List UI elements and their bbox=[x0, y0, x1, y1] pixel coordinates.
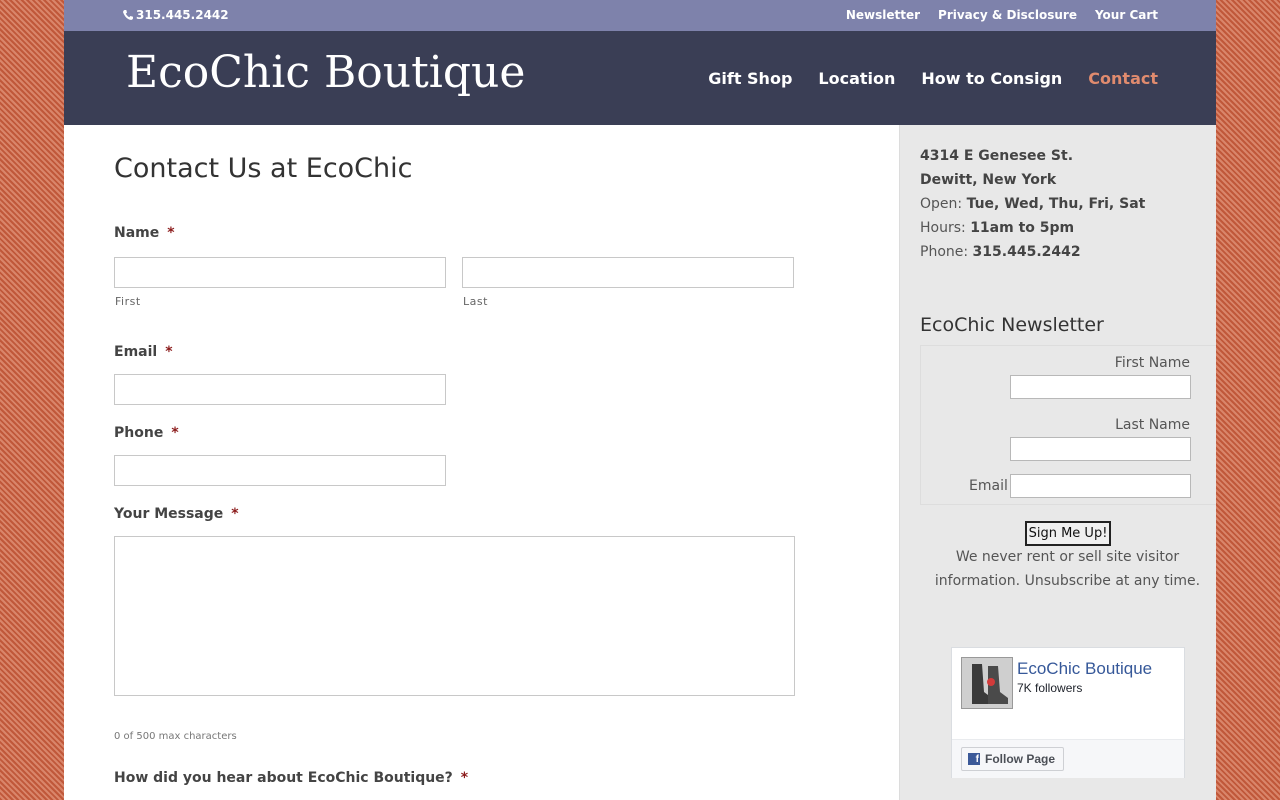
email-label: Email * bbox=[114, 344, 173, 360]
nl-first-name-input[interactable] bbox=[1010, 375, 1191, 399]
sidebar: 4314 E Genesee St. Dewitt, New York Open… bbox=[899, 125, 1216, 800]
boots-image bbox=[962, 658, 1012, 708]
newsletter-link[interactable]: Newsletter bbox=[846, 8, 920, 22]
follow-page-button[interactable]: f Follow Page bbox=[961, 747, 1065, 771]
top-phone[interactable]: 315.445.2442 bbox=[122, 8, 229, 22]
nav-how-to-consign[interactable]: How to Consign bbox=[921, 69, 1062, 88]
top-links: Newsletter Privacy & Disclosure Your Car… bbox=[846, 8, 1158, 22]
hear-about-label: How did you hear about EcoChic Boutique?… bbox=[114, 770, 468, 786]
cart-link[interactable]: Your Cart bbox=[1095, 8, 1158, 22]
follow-page-label: Follow Page bbox=[985, 752, 1056, 766]
open-days: Tue, Wed, Thu, Fri, Sat bbox=[966, 196, 1146, 212]
phone-icon bbox=[123, 10, 133, 20]
facebook-page-name[interactable]: EcoChic Boutique bbox=[1017, 659, 1167, 679]
site-logo[interactable]: EcoChic Boutique bbox=[126, 47, 525, 98]
address-line-1: 4314 E Genesee St. bbox=[920, 148, 1074, 164]
page-container: 315.445.2442 Newsletter Privacy & Disclo… bbox=[64, 0, 1216, 800]
newsletter-form: First Name Last Name Email bbox=[920, 345, 1216, 505]
name-label: Name * bbox=[114, 225, 175, 241]
facebook-page-thumbnail[interactable] bbox=[961, 657, 1013, 709]
contact-form: Contact Us at EcoChic Name * First Last E… bbox=[64, 125, 899, 800]
nav-location[interactable]: Location bbox=[818, 69, 895, 88]
nl-email-label: Email bbox=[969, 478, 1008, 494]
nav-contact[interactable]: Contact bbox=[1088, 69, 1158, 88]
email-label-text: Email bbox=[114, 344, 158, 360]
sign-up-button[interactable]: Sign Me Up! bbox=[1025, 521, 1111, 546]
required-mark: * bbox=[171, 425, 179, 441]
nav-gift-shop[interactable]: Gift Shop bbox=[708, 69, 792, 88]
required-mark: * bbox=[165, 344, 173, 360]
open-label: Open: bbox=[920, 196, 963, 212]
nl-last-name-input[interactable] bbox=[1010, 437, 1191, 461]
last-name-input[interactable] bbox=[462, 257, 794, 288]
facebook-followers: 7K followers bbox=[1017, 681, 1083, 695]
facebook-action-bar: f Follow Page bbox=[952, 739, 1184, 778]
page-title: Contact Us at EcoChic bbox=[114, 153, 413, 184]
address-line-2: Dewitt, New York bbox=[920, 172, 1057, 188]
character-counter: 0 of 500 max characters bbox=[114, 731, 237, 742]
store-info: 4314 E Genesee St. Dewitt, New York Open… bbox=[920, 144, 1145, 264]
first-name-input[interactable] bbox=[114, 257, 446, 288]
privacy-link[interactable]: Privacy & Disclosure bbox=[938, 8, 1077, 22]
nl-last-name-label: Last Name bbox=[1115, 417, 1190, 433]
email-input[interactable] bbox=[114, 374, 446, 405]
name-label-text: Name bbox=[114, 225, 160, 241]
first-sublabel: First bbox=[115, 295, 141, 308]
phone-input[interactable] bbox=[114, 455, 446, 486]
required-mark: * bbox=[460, 770, 469, 786]
message-label: Your Message * bbox=[114, 506, 239, 522]
phone-value: 315.445.2442 bbox=[972, 244, 1081, 260]
newsletter-title: EcoChic Newsletter bbox=[920, 314, 1104, 336]
message-textarea[interactable] bbox=[114, 536, 795, 696]
facebook-widget: EcoChic Boutique 7K followers f Follow P… bbox=[951, 647, 1185, 778]
message-label-text: Your Message bbox=[114, 506, 224, 522]
phone-label: Phone: bbox=[920, 244, 969, 260]
required-mark: * bbox=[167, 225, 175, 241]
main-nav: Gift Shop Location How to Consign Contac… bbox=[708, 69, 1158, 88]
nl-first-name-label: First Name bbox=[1114, 355, 1190, 371]
privacy-note: We never rent or sell site visitor infor… bbox=[934, 549, 1201, 589]
top-bar: 315.445.2442 Newsletter Privacy & Disclo… bbox=[64, 0, 1216, 31]
last-sublabel: Last bbox=[463, 295, 488, 308]
phone-label: Phone * bbox=[114, 425, 179, 441]
phone-label-text: Phone bbox=[114, 425, 164, 441]
nl-email-input[interactable] bbox=[1010, 474, 1191, 498]
hours-value: 11am to 5pm bbox=[970, 220, 1075, 236]
top-phone-number[interactable]: 315.445.2442 bbox=[136, 8, 229, 22]
required-mark: * bbox=[231, 506, 239, 522]
hours-label: Hours: bbox=[920, 220, 966, 236]
site-header: EcoChic Boutique Gift Shop Location How … bbox=[64, 31, 1216, 125]
hear-about-label-text: How did you hear about EcoChic Boutique? bbox=[114, 770, 453, 786]
facebook-icon: f bbox=[968, 753, 980, 765]
